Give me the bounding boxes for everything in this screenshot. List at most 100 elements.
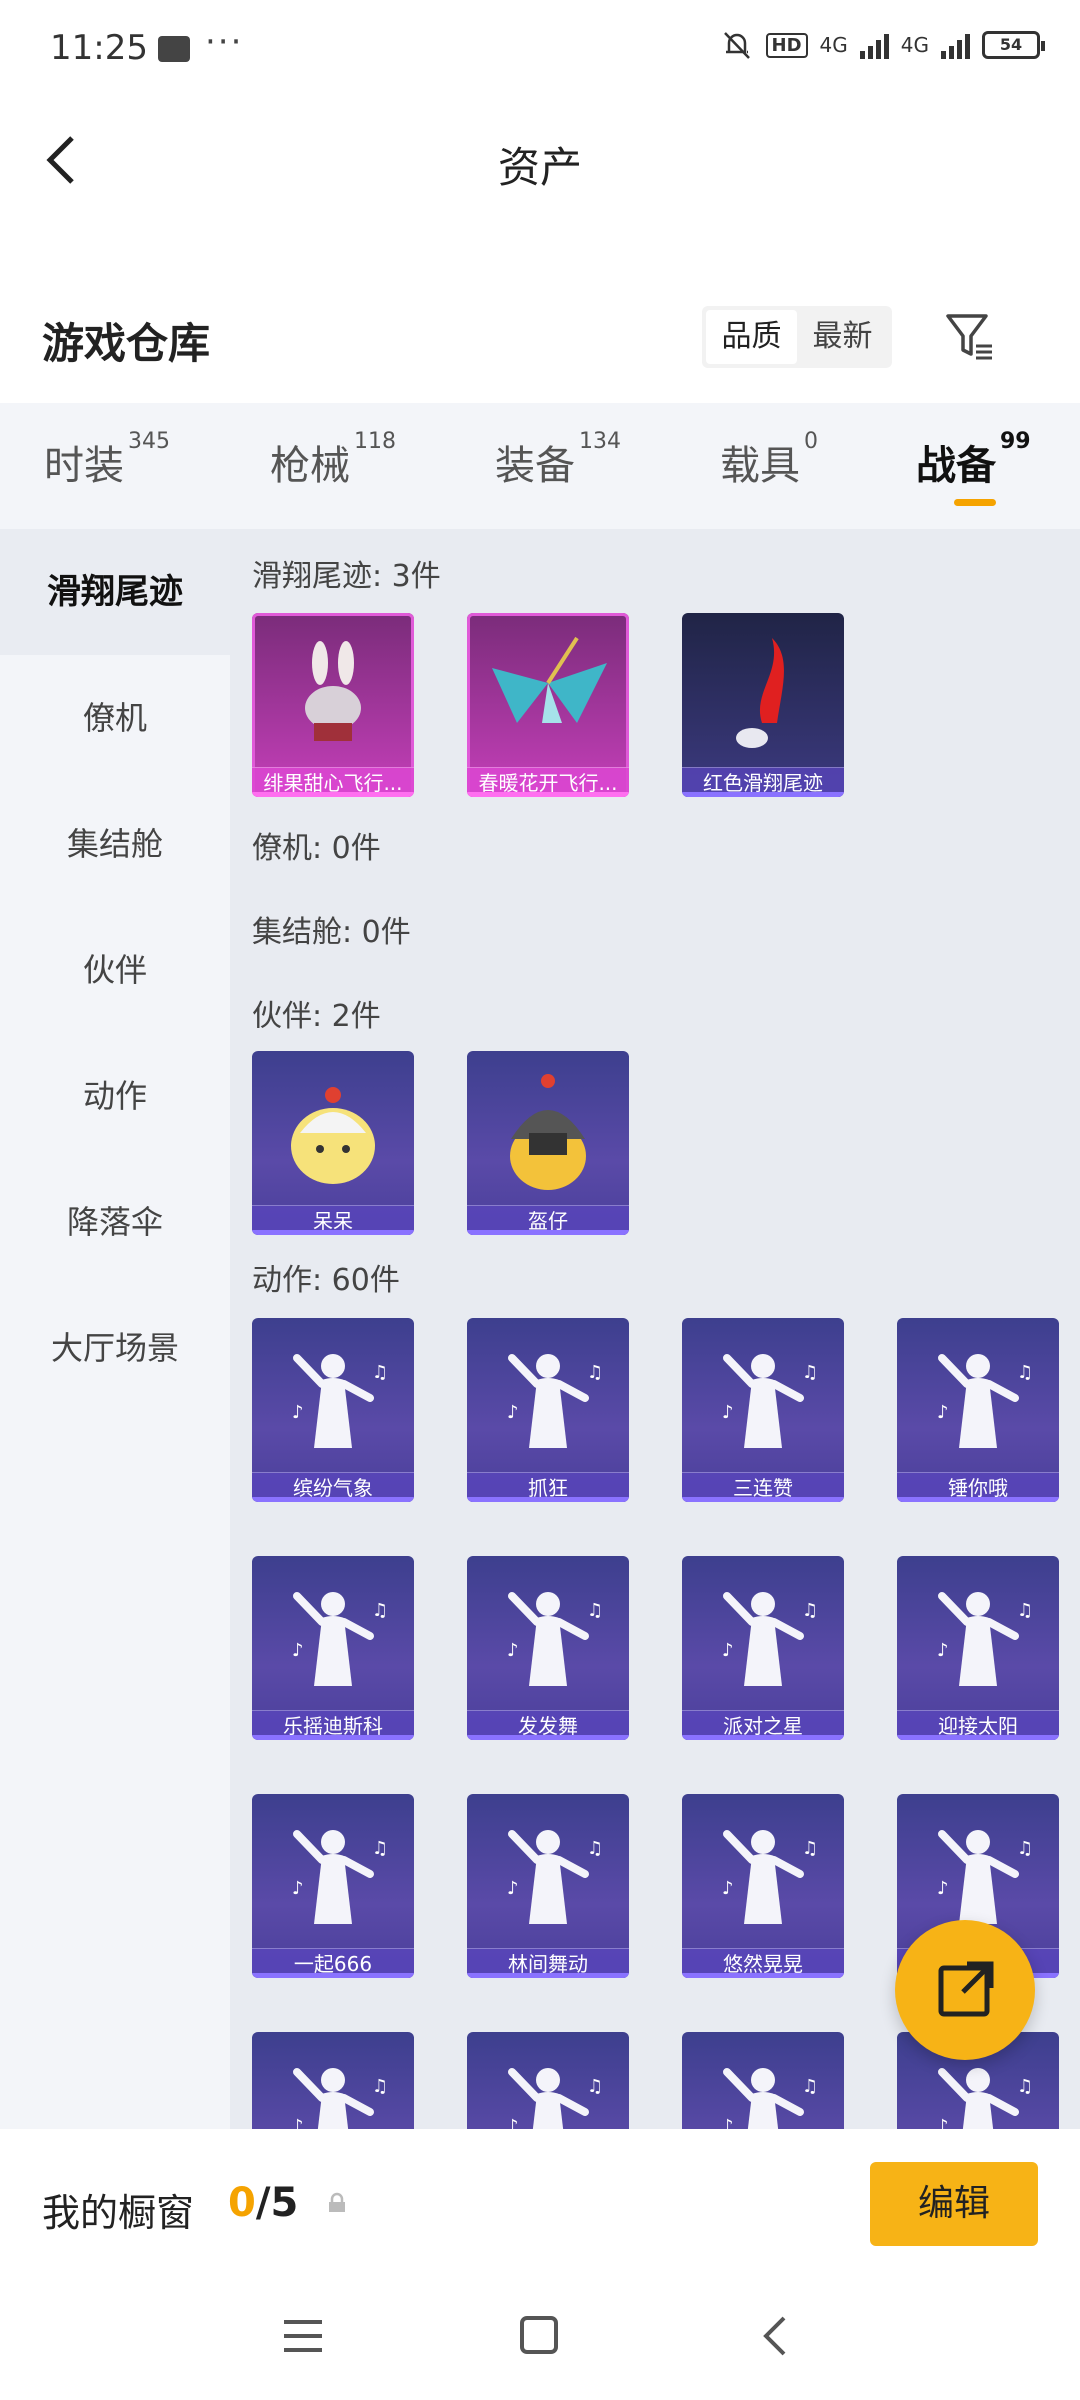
emote-card[interactable]: ♪ ♫ 缤纷气象 <box>252 1318 414 1502</box>
sidebar-item-parachute[interactable]: 降落伞 <box>0 1159 230 1285</box>
system-nav-bar <box>0 2280 1080 2400</box>
signal-icon-2 <box>941 31 970 59</box>
item-grid: 滑翔尾迹: 3件 绯果甜心飞行... 春暖花开飞行... 红色滑翔尾迹 僚机: … <box>230 529 1080 2129</box>
tab-vehicles[interactable]: 载具0 <box>720 429 818 491</box>
edit-button[interactable]: 编辑 <box>870 2162 1038 2246</box>
mute-bell-icon <box>723 32 750 59</box>
svg-text:♫: ♫ <box>802 1838 818 1859</box>
category-tabs: 时装345 枪械118 装备134 载具0 战备99 <box>0 403 1080 529</box>
section-title-glide: 滑翔尾迹: 3件 <box>252 559 441 594</box>
svg-text:♫: ♫ <box>587 1600 603 1621</box>
filter-icon[interactable] <box>944 310 996 362</box>
emote-card[interactable]: ♪ ♫ 抓狂 <box>467 1318 629 1502</box>
sort-latest-button[interactable]: 最新 <box>797 310 888 364</box>
emote-card[interactable]: ♪ ♫ 锤你哦 <box>897 1318 1059 1502</box>
emote-card[interactable]: ♪ ♫ 一起666 <box>252 1794 414 1978</box>
showcase-bar: 我的橱窗 0/5 编辑 <box>0 2130 1080 2280</box>
section-title-emote: 动作: 60件 <box>252 1263 400 1298</box>
header: 资产 <box>0 110 1080 220</box>
svg-text:♪: ♪ <box>292 1402 304 1423</box>
emote-card[interactable]: ♪ ♫ 迎接太阳 <box>897 1556 1059 1740</box>
item-card[interactable]: 绯果甜心飞行... <box>252 613 414 797</box>
svg-text:♪: ♪ <box>722 1402 734 1423</box>
sidebar-item-glide[interactable]: 滑翔尾迹 <box>0 529 230 655</box>
svg-text:♫: ♫ <box>802 1600 818 1621</box>
svg-text:♪: ♪ <box>507 1402 519 1423</box>
share-icon <box>938 1961 994 2017</box>
dancer-icon: ♪♫ <box>292 2068 388 2129</box>
sidebar-item-emote[interactable]: 动作 <box>0 1033 230 1159</box>
svg-text:♪: ♪ <box>292 1640 304 1661</box>
sidebar: 滑翔尾迹 僚机 集结舱 伙伴 动作 降落伞 大厅场景 <box>0 529 230 2129</box>
svg-text:♫: ♫ <box>1017 1838 1033 1859</box>
status-time: 11:25 <box>50 28 148 68</box>
svg-text:♫: ♫ <box>587 2076 603 2097</box>
emote-card[interactable]: ♪ ♫ 乐摇迪斯科 <box>252 1556 414 1740</box>
section-title-partner: 伙伴: 2件 <box>252 999 381 1034</box>
page-title: 资产 <box>497 143 582 192</box>
tab-fashion[interactable]: 时装345 <box>44 429 170 491</box>
status-right: HD 4G 4G 54 <box>720 28 1045 62</box>
tab-battle-gear[interactable]: 战备99 <box>916 429 1031 491</box>
emote-card[interactable]: ♪ ♫ 发发舞 <box>467 1556 629 1740</box>
emote-card[interactable]: ♪ ♫ <box>467 2032 629 2129</box>
sidebar-item-partner[interactable]: 伙伴 <box>0 907 230 1033</box>
tab-guns[interactable]: 枪械118 <box>270 429 396 491</box>
item-card[interactable]: 红色滑翔尾迹 <box>682 613 844 797</box>
svg-text:♫: ♫ <box>802 1362 818 1383</box>
emote-card[interactable]: ♪ ♫ 派对之星 <box>682 1556 844 1740</box>
svg-text:♪: ♪ <box>937 2116 949 2129</box>
tab-equipment[interactable]: 装备134 <box>495 429 621 491</box>
battery-icon: 54 <box>982 31 1045 59</box>
svg-text:♫: ♫ <box>372 1362 388 1383</box>
menu-icon[interactable] <box>282 2316 324 2356</box>
svg-text:♫: ♫ <box>1017 1600 1033 1621</box>
emote-card[interactable]: ♪ ♫ 三连赞 <box>682 1318 844 1502</box>
network-label-2: 4G <box>900 33 929 57</box>
message-icon <box>158 36 190 62</box>
share-fab-button[interactable] <box>895 1920 1035 2060</box>
showcase-count: 0/5 <box>228 2180 299 2226</box>
dancer-icon: ♪♫ <box>507 2068 603 2129</box>
item-card[interactable]: 春暖花开飞行... <box>467 613 629 797</box>
emote-card[interactable]: ♪ ♫ 悠然晃晃 <box>682 1794 844 1978</box>
svg-text:♪: ♪ <box>722 2116 734 2129</box>
sidebar-item-lobby[interactable]: 大厅场景 <box>0 1285 230 1411</box>
svg-text:♫: ♫ <box>1017 2076 1033 2097</box>
svg-text:♪: ♪ <box>937 1878 949 1899</box>
svg-text:♪: ♪ <box>507 1640 519 1661</box>
item-card[interactable]: 呆呆 <box>252 1051 414 1235</box>
showcase-label: 我的橱窗 <box>42 2191 195 2235</box>
status-bar: 11:25 ··· HD 4G 4G 54 <box>0 0 1080 100</box>
more-dots-icon: ··· <box>205 22 244 62</box>
svg-text:♪: ♪ <box>292 2116 304 2129</box>
home-icon[interactable] <box>518 2314 562 2358</box>
lock-icon <box>329 2192 345 2212</box>
emote-card[interactable]: ♪ ♫ 林间舞动 <box>467 1794 629 1978</box>
svg-text:♪: ♪ <box>507 1878 519 1899</box>
svg-text:♪: ♪ <box>722 1640 734 1661</box>
sort-quality-button[interactable]: 品质 <box>706 310 797 364</box>
svg-text:♪: ♪ <box>292 1878 304 1899</box>
item-card[interactable]: 盔仔 <box>467 1051 629 1235</box>
sort-toggle: 品质 最新 <box>702 306 892 368</box>
svg-text:♫: ♫ <box>372 2076 388 2097</box>
back-nav-icon[interactable] <box>756 2312 796 2360</box>
svg-text:♫: ♫ <box>372 1838 388 1859</box>
warehouse-title: 游戏仓库 <box>42 319 211 368</box>
sidebar-item-pod[interactable]: 集结舱 <box>0 781 230 907</box>
svg-text:♪: ♪ <box>722 1878 734 1899</box>
dancer-icon: ♪♫ <box>722 2068 818 2129</box>
svg-text:♫: ♫ <box>1017 1362 1033 1383</box>
section-title-pod: 集结舱: 0件 <box>252 915 411 950</box>
hd-icon: HD <box>765 32 808 58</box>
svg-text:♪: ♪ <box>507 2116 519 2129</box>
sidebar-item-wingman[interactable]: 僚机 <box>0 655 230 781</box>
svg-text:♫: ♫ <box>587 1838 603 1859</box>
svg-text:♪: ♪ <box>937 1640 949 1661</box>
emote-card[interactable]: ♪ ♫ <box>682 2032 844 2129</box>
svg-text:♪: ♪ <box>937 1402 949 1423</box>
network-label-1: 4G <box>819 33 848 57</box>
emote-card[interactable]: ♪ ♫ <box>252 2032 414 2129</box>
svg-text:♫: ♫ <box>802 2076 818 2097</box>
